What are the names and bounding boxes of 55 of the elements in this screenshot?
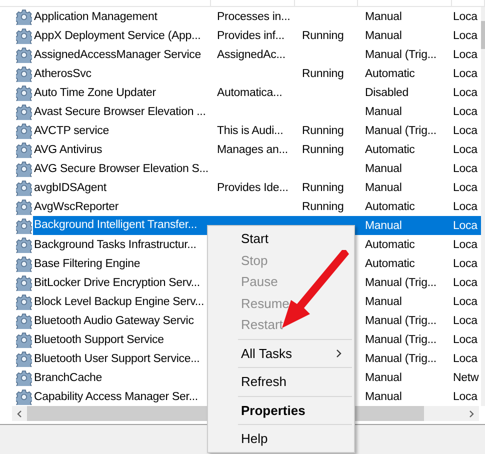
log-on-as: Loca <box>453 68 478 80</box>
log-on-as: Loca <box>453 106 478 118</box>
startup-type: Manual <box>365 390 402 402</box>
service-status: Running <box>302 30 344 42</box>
startup-type: Manual (Trig... <box>365 334 436 346</box>
service-description: Provides Ide... <box>217 182 288 194</box>
service-description: AssignedAc... <box>217 48 286 60</box>
log-on-as: Loca <box>453 182 478 194</box>
log-on-as: Loca <box>453 10 478 22</box>
service-description: Automatica... <box>217 86 282 98</box>
startup-type: Automatic <box>365 258 415 270</box>
startup-type: Automatic <box>365 68 415 80</box>
startup-type: Automatic <box>365 144 415 156</box>
startup-type: Manual (Trig... <box>365 48 436 60</box>
service-description: Manages an... <box>217 144 288 156</box>
startup-type: Manual <box>365 162 402 174</box>
startup-type: Manual <box>365 372 402 384</box>
startup-type: Disabled <box>365 86 409 98</box>
log-on-as: Loca <box>453 30 478 42</box>
log-on-as: Loca <box>453 86 478 98</box>
log-on-as: Netw <box>453 372 479 384</box>
startup-type: Manual (Trig... <box>365 314 436 326</box>
startup-type: Manual <box>365 10 402 22</box>
log-on-as: Loca <box>453 162 478 174</box>
log-on-as: Loca <box>453 334 478 346</box>
log-on-as: Loca <box>453 220 478 232</box>
service-status: Running <box>302 200 344 212</box>
log-on-as: Loca <box>453 258 478 270</box>
service-status: Running <box>302 144 344 156</box>
service-status: Running <box>302 68 344 80</box>
log-on-as: Loca <box>453 276 478 288</box>
startup-type: Manual (Trig... <box>365 352 436 364</box>
log-on-as: Loca <box>453 390 478 402</box>
service-description: This is Audi... <box>217 124 284 136</box>
service-description: Provides inf... <box>217 30 284 42</box>
startup-type: Manual <box>365 296 402 308</box>
log-on-as: Loca <box>453 314 478 326</box>
log-on-as: Loca <box>453 144 478 156</box>
startup-type: Manual (Trig... <box>365 276 436 288</box>
log-on-as: Loca <box>453 124 478 136</box>
log-on-as: Loca <box>453 352 478 364</box>
startup-type: Manual <box>365 182 402 194</box>
log-on-as: Loca <box>453 238 478 250</box>
startup-type: Automatic <box>365 238 415 250</box>
service-status: Running <box>302 182 344 194</box>
startup-type: Manual (Trig... <box>365 124 436 136</box>
startup-type: Automatic <box>365 200 415 212</box>
log-on-as: Loca <box>453 200 478 212</box>
startup-type: Manual <box>365 106 402 118</box>
startup-type: Manual <box>365 220 402 232</box>
service-description: Processes in... <box>217 10 290 22</box>
log-on-as: Loca <box>453 48 478 60</box>
startup-type: Manual <box>365 30 402 42</box>
log-on-as: Loca <box>453 296 478 308</box>
service-status: Running <box>302 124 344 136</box>
